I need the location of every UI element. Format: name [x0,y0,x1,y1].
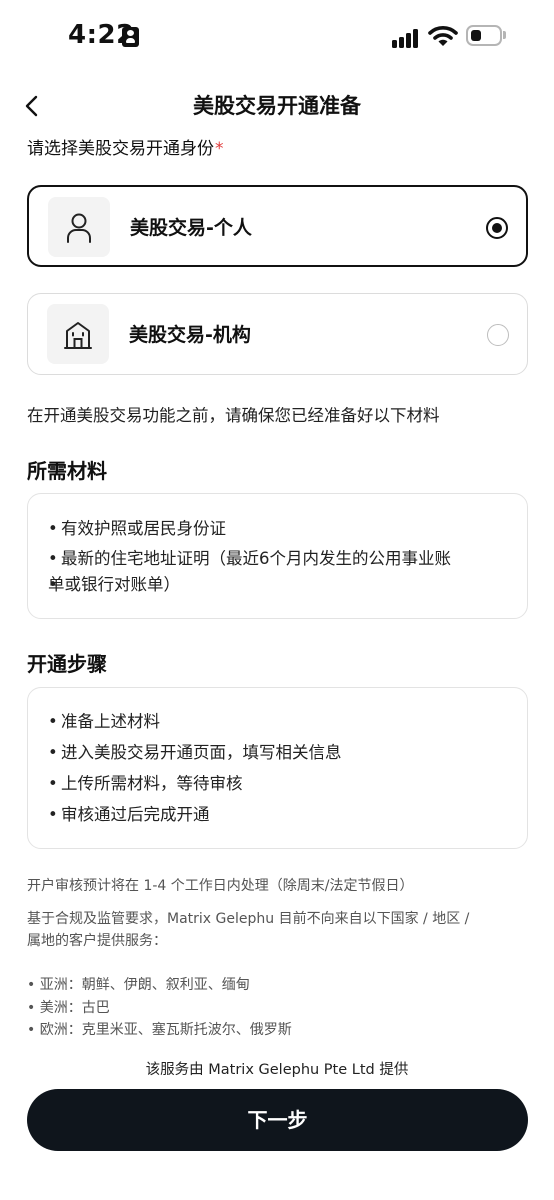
region-americas: • 美洲：古巴 [27,1000,110,1016]
list-item-text: 有效护照或居民身份证 [61,519,226,538]
steps-title: 开通步骤 [27,652,107,676]
required-mark: * [215,139,224,159]
list-item-text: 审核通过后完成开通 [61,805,210,824]
list-item-continuation: 单或银行对账单） [48,572,180,598]
list-item-text: 准备上述材料 [61,712,160,731]
identity-prompt-text: 请选择美股交易开通身份 [27,139,214,159]
processing-note: 开户审核预计将在 1-4 个工作日内处理（除周末/法定节假日） [27,878,414,894]
battery-tip [503,31,506,39]
materials-card: 有效护照或居民身份证 最新的住宅地址证明（最近6个月内发生的公用事业账 单或银行… [27,493,528,619]
person-icon [67,213,91,243]
list-item-text: 单或银行对账单） [48,575,180,594]
compliance-note-line1: 基于合规及监管要求，Matrix Gelephu 目前不向来自以下国家 / 地区… [27,911,470,927]
list-item: 有效护照或居民身份证 [48,516,226,542]
contact-card-icon [122,27,139,47]
list-item: 准备上述材料 [48,709,160,735]
next-button[interactable]: 下一步 [27,1089,528,1151]
identity-prompt: 请选择美股交易开通身份* [27,134,224,159]
list-item: 最新的住宅地址证明（最近6个月内发生的公用事业账 [48,546,451,572]
radio-unselected[interactable] [487,324,509,346]
list-item: 进入美股交易开通页面，填写相关信息 [48,740,342,766]
intro-text: 在开通美股交易功能之前，请确保您已经准备好以下材料 [27,406,440,425]
page-title: 美股交易开通准备 [193,94,361,118]
materials-title: 所需材料 [27,459,107,483]
wifi-icon [428,26,458,46]
compliance-note-line2: 属地的客户提供服务： [27,933,167,949]
list-item-text: 最新的住宅地址证明（最近6个月内发生的公用事业账 [61,549,451,568]
list-item: 审核通过后完成开通 [48,802,210,828]
region-europe: • 欧洲：克里米亚、塞瓦斯托波尔、俄罗斯 [27,1022,292,1038]
option-institution[interactable]: 美股交易-机构 [27,293,528,375]
battery-icon [466,25,502,46]
list-item-text: 进入美股交易开通页面，填写相关信息 [61,743,342,762]
option-label: 美股交易-个人 [130,217,252,239]
radio-selected[interactable] [486,217,508,239]
list-item-text: 上传所需材料，等待审核 [61,774,243,793]
option-label: 美股交易-机构 [129,324,251,346]
option-icon-box [47,304,109,364]
option-icon-box [48,197,110,257]
list-item: 上传所需材料，等待审核 [48,771,243,797]
building-icon [64,322,92,349]
provider-text: 该服务由 Matrix Gelephu Pte Ltd 提供 [145,1062,409,1078]
cellular-signal-icon [392,28,422,48]
status-bar: 4:22 [0,0,554,72]
region-asia: • 亚洲：朝鲜、伊朗、叙利亚、缅甸 [27,977,250,993]
option-individual[interactable]: 美股交易-个人 [27,185,528,267]
steps-card: 准备上述材料 进入美股交易开通页面，填写相关信息 上传所需材料，等待审核 审核通… [27,687,528,849]
